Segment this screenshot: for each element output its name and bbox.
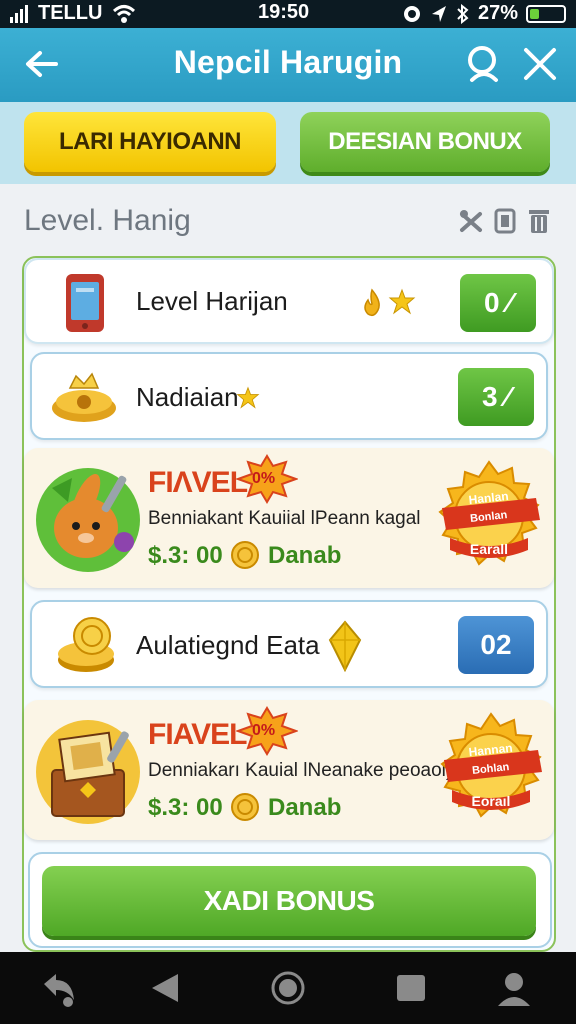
promo-price: $.3: 00 xyxy=(148,794,223,821)
clock: 19:50 xyxy=(258,1,310,23)
promo-title: FIΛVEL xyxy=(148,466,248,499)
list-item[interactable]: Aulatiegnd Eata 02 xyxy=(30,600,548,688)
tab-strip: LARI HAYIOANN DEESIAN BONUX xyxy=(0,102,576,184)
profile-icon[interactable] xyxy=(494,970,534,1010)
promo-description: Denniakarı Kauial lNeanake peoaol) xyxy=(148,760,453,781)
trash-icon[interactable] xyxy=(526,206,552,236)
promo-discount: 0% xyxy=(252,722,276,739)
seal-badge-icon: Hannan Bohlan Eoraıl xyxy=(440,712,542,818)
location-icon xyxy=(431,5,446,22)
bluetooth-icon xyxy=(457,3,469,24)
item-badge: 0 ⁄ xyxy=(460,274,536,332)
recents-square-icon[interactable] xyxy=(394,970,428,1006)
seal-badge-icon: Hanlan Bonlan Earall xyxy=(438,460,540,566)
item-label: Level Harijan xyxy=(136,286,288,316)
svg-text:Earall: Earall xyxy=(470,541,508,557)
star-icon xyxy=(388,288,416,315)
svg-text:Eoraıl: Eoraıl xyxy=(472,793,511,809)
promo-price: $.3: 00 xyxy=(148,542,223,569)
wifi-icon xyxy=(113,4,136,23)
gold-coins-icon xyxy=(58,617,114,672)
item-label: Nadiaian xyxy=(136,382,239,412)
item-label: Aulatiegnd Eata xyxy=(136,630,320,660)
tools-icon[interactable] xyxy=(458,206,484,236)
promo-description: Benniakant Kauiial lPeann kagal xyxy=(148,508,421,529)
phone-icon xyxy=(66,274,104,332)
status-bar: TELLU 19:50 27% xyxy=(0,0,576,28)
bonus-panel: XADI BONUS xyxy=(28,852,552,948)
promo-price-label: Danab xyxy=(268,794,342,821)
signal-icon xyxy=(10,4,28,23)
promo-discount: 0% xyxy=(252,470,276,487)
search-icon[interactable] xyxy=(462,42,506,86)
flame-icon xyxy=(364,288,380,317)
star-icon xyxy=(236,386,260,409)
system-nav-bar xyxy=(0,952,576,1024)
battery-percent: 27% xyxy=(477,2,518,24)
carrier-name: TELLU xyxy=(38,2,103,24)
tab-lari-hayioann[interactable]: LARI HAYIOANN xyxy=(24,112,276,172)
battery-icon xyxy=(526,4,566,23)
bonus-button[interactable]: XADI BONUS xyxy=(42,866,536,936)
treasure-chest-icon xyxy=(36,720,140,824)
coin-icon xyxy=(231,541,259,569)
back-triangle-icon[interactable] xyxy=(148,970,182,1006)
copy-icon[interactable] xyxy=(492,206,518,236)
list-item[interactable]: Nadiaian 3 ⁄ xyxy=(30,352,548,440)
item-badge: 3 ⁄ xyxy=(458,368,534,426)
shortcut-icon[interactable] xyxy=(38,970,82,1010)
treasure-crown-icon xyxy=(52,372,116,422)
home-circle-icon[interactable] xyxy=(270,970,306,1006)
close-icon[interactable] xyxy=(518,42,562,86)
section-title: Level. Hanig xyxy=(24,204,191,237)
app-bar: Nepcil Harugin xyxy=(0,28,576,102)
promo-card[interactable]: FIΛVEL 0% Benniakant Kauiial lPeann kaga… xyxy=(24,448,554,588)
alarm-icon xyxy=(403,5,420,22)
tab-deesian-bonux[interactable]: DEESIAN BONUX xyxy=(300,112,550,172)
promo-title: FIAVEL xyxy=(148,718,247,751)
item-badge: 02 xyxy=(458,616,534,674)
promo-card[interactable]: FIAVEL 0% Denniakarı Kauial lNeanake peo… xyxy=(24,700,554,840)
list-item[interactable]: Level Harijan 0 ⁄ xyxy=(24,258,554,344)
gem-icon xyxy=(328,620,362,672)
promo-price-label: Danab xyxy=(268,542,342,569)
coin-icon xyxy=(231,793,259,821)
bear-mascot-icon xyxy=(36,468,140,572)
